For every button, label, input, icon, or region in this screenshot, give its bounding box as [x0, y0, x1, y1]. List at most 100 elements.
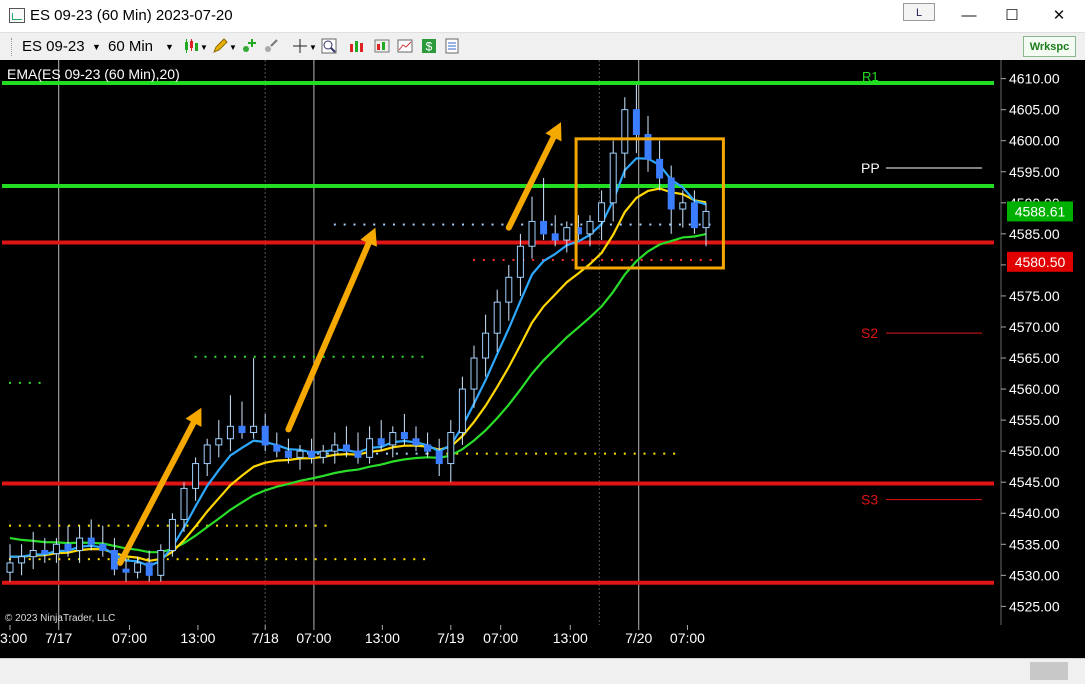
- price-tick-label: 4540.00: [1009, 505, 1060, 521]
- chart-properties-icon[interactable]: [397, 38, 413, 54]
- copyright-text: © 2023 NinjaTrader, LLC: [5, 613, 115, 624]
- close-icon[interactable]: ✕: [1047, 6, 1071, 26]
- crosshair-dropdown-icon[interactable]: ▼: [309, 43, 317, 52]
- strategy-plus-icon[interactable]: [241, 38, 257, 54]
- zoom-icon[interactable]: [321, 38, 337, 54]
- scrollbar-thumb[interactable]: [1030, 662, 1068, 680]
- price-tick-label: 4545.00: [1009, 474, 1060, 490]
- pivot-dot: [314, 558, 317, 561]
- crosshair-icon[interactable]: [292, 38, 308, 54]
- price-chart[interactable]: R1PPS2S3 4610.004605.004600.004595.00459…: [0, 60, 1085, 660]
- price-tick-label: 4560.00: [1009, 381, 1060, 397]
- pencil-icon[interactable]: [212, 38, 228, 54]
- maximize-icon[interactable]: ☐: [1000, 6, 1024, 26]
- pivot-dot: [372, 355, 375, 358]
- pivot-dot: [245, 524, 248, 527]
- candle-body: [540, 220, 548, 235]
- pivot-dot: [117, 524, 120, 527]
- candle-body: [296, 450, 304, 458]
- dollar-icon[interactable]: $: [421, 38, 437, 54]
- pivot-dot: [186, 558, 189, 561]
- pivot-dot: [216, 524, 219, 527]
- pivot-dot: [505, 452, 508, 455]
- pivot-dot: [324, 558, 327, 561]
- drawing-dropdown-icon[interactable]: ▼: [229, 43, 237, 52]
- candle-body: [702, 210, 710, 229]
- pivot-dot: [363, 558, 366, 561]
- list-icon[interactable]: [444, 38, 460, 54]
- candle-body: [470, 357, 478, 390]
- interval-selector[interactable]: 60 Min: [108, 38, 153, 55]
- candle-body: [447, 432, 455, 465]
- time-tick-label: 7/18: [252, 630, 279, 646]
- candle-body: [52, 543, 60, 555]
- pivot-dot: [343, 223, 346, 226]
- bar-chart-icon[interactable]: [349, 38, 365, 54]
- pivot-dot: [186, 524, 189, 527]
- pivot-dot: [560, 223, 563, 226]
- pivot-dot: [532, 258, 535, 261]
- candle-body: [377, 438, 385, 446]
- price-tick-label: 4550.00: [1009, 443, 1060, 459]
- price-tick-label: 4585.00: [1009, 226, 1060, 242]
- pivot-dot: [413, 558, 416, 561]
- pivot-dot: [38, 558, 41, 561]
- pivot-dot: [550, 223, 553, 226]
- pivot-dot: [176, 558, 179, 561]
- title-bar: ES 09-23 (60 Min) 2023-07-20 L — ☐ ✕: [0, 0, 1085, 33]
- pivot-dot: [285, 558, 288, 561]
- pivot-dot: [650, 258, 653, 261]
- pivot-dot: [643, 452, 646, 455]
- instrument-selector[interactable]: ES 09-23: [22, 38, 85, 55]
- pivot-dot: [166, 558, 169, 561]
- horizontal-scrollbar[interactable]: [0, 658, 1085, 684]
- pivot-dot: [353, 223, 356, 226]
- pivot-dot: [495, 452, 498, 455]
- candle-body: [64, 543, 72, 551]
- pivot-dot: [688, 223, 691, 226]
- pivot-dot: [28, 524, 31, 527]
- pivot-dot: [473, 258, 475, 261]
- interval-dropdown-icon[interactable]: ▼: [165, 42, 174, 52]
- pivot-dot: [580, 223, 583, 226]
- chart-style-icon[interactable]: [183, 38, 199, 54]
- pivot-dot: [659, 223, 662, 226]
- pivot-dot: [275, 558, 278, 561]
- pivot-dot: [660, 258, 663, 261]
- pivot-dot: [415, 452, 418, 455]
- chart-style-dropdown-icon[interactable]: ▼: [200, 43, 208, 52]
- pivot-dot: [224, 355, 227, 358]
- pivot-dot: [333, 223, 336, 226]
- data-series-icon[interactable]: [374, 38, 390, 54]
- pivot-dot: [699, 258, 702, 261]
- minimize-icon[interactable]: —: [957, 6, 981, 26]
- price-tick-label: 4555.00: [1009, 412, 1060, 428]
- indicators-icon[interactable]: [263, 38, 279, 54]
- pivot-dot: [265, 524, 268, 527]
- price-tick-label: 4565.00: [1009, 350, 1060, 366]
- candle-body: [656, 158, 664, 179]
- price-label-text: 4580.50: [1015, 254, 1066, 270]
- price-tick-label: 4610.00: [1009, 71, 1060, 87]
- candle-body: [99, 543, 107, 551]
- pivot-dot: [535, 452, 538, 455]
- pivot-dot: [373, 558, 376, 561]
- candle-body: [563, 227, 571, 241]
- workspace-button[interactable]: Wrkspc: [1023, 36, 1076, 57]
- pivot-dot: [303, 355, 306, 358]
- link-button[interactable]: L: [903, 3, 935, 21]
- window-title: ES 09-23 (60 Min) 2023-07-20: [30, 7, 233, 24]
- candle-body: [493, 301, 501, 334]
- candle-body: [435, 450, 443, 465]
- pivot-dot: [663, 452, 666, 455]
- instrument-dropdown-icon[interactable]: ▼: [92, 42, 101, 52]
- candle-body: [261, 425, 269, 446]
- pivot-dot: [87, 558, 90, 561]
- time-tick-label: 7/17: [45, 630, 72, 646]
- pivot-dot: [243, 355, 246, 358]
- candle-body: [389, 432, 397, 446]
- candle-body: [134, 562, 142, 573]
- pivot-dot: [442, 223, 445, 226]
- time-tick-label: 07:00: [296, 630, 331, 646]
- candle-body: [331, 444, 339, 452]
